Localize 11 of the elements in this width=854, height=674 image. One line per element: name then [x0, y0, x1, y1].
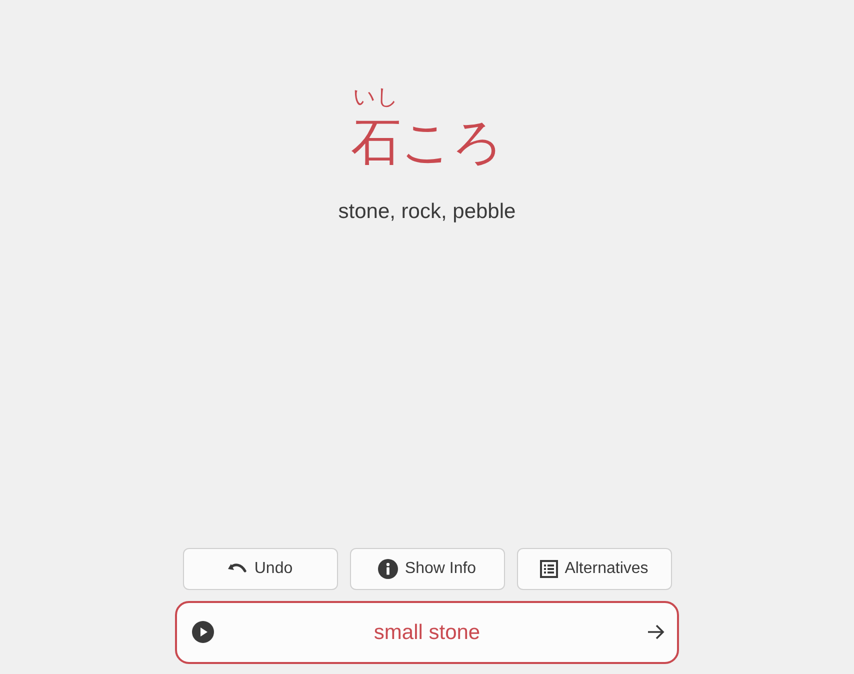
play-audio-icon[interactable] — [192, 621, 214, 643]
alternatives-button[interactable]: Alternatives — [516, 548, 672, 590]
furigana-reading: いし — [352, 84, 399, 112]
answer-field[interactable]: small stone — [175, 601, 679, 664]
show-info-button[interactable]: Show Info — [350, 548, 504, 590]
info-icon — [378, 559, 398, 579]
word-meaning: stone, rock, pebble — [338, 200, 516, 224]
list-icon — [540, 560, 558, 578]
vocabulary-word: 石ころ — [350, 112, 503, 172]
submit-arrow-icon[interactable] — [647, 624, 665, 640]
undo-button[interactable]: Undo — [182, 548, 338, 590]
